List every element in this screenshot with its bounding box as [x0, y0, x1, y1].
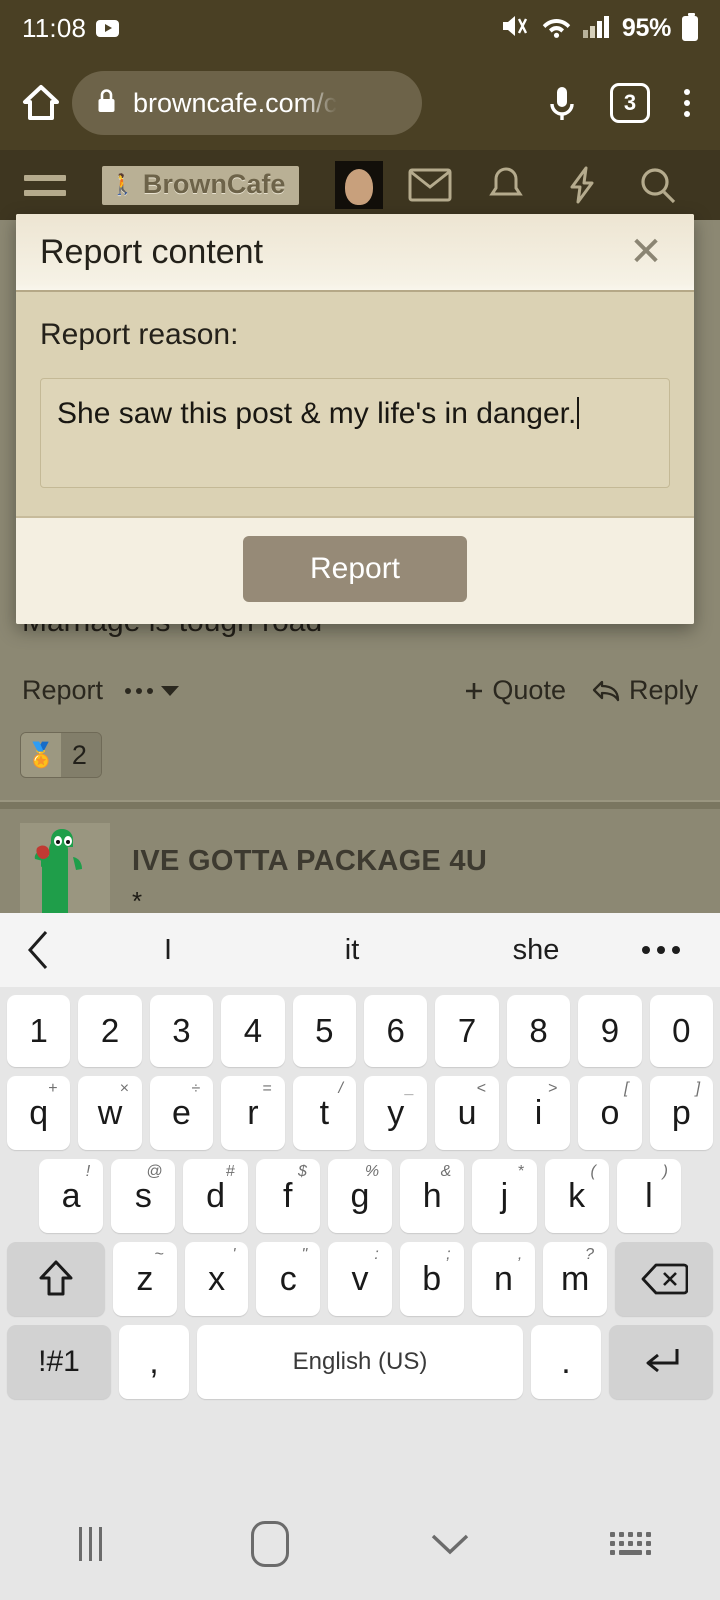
recents-button[interactable]: [0, 1526, 180, 1561]
on-screen-keyboard: I it she 1 2 3 4 5 6 7 8 9 0 +q ×w ÷e: [0, 0, 720, 1600]
key-e[interactable]: ÷ e: [149, 1076, 214, 1150]
key-x-sup: ': [232, 1246, 236, 1263]
key-w[interactable]: × w: [78, 1076, 142, 1150]
key-d-sup: #: [225, 1163, 235, 1180]
key-g-sup: %: [364, 1163, 380, 1180]
key-u-sup: <: [476, 1080, 486, 1097]
key-3[interactable]: 3: [149, 995, 214, 1067]
suggestion-2[interactable]: it: [260, 934, 444, 967]
key-s[interactable]: @ s: [111, 1159, 176, 1233]
key-6[interactable]: 6: [364, 995, 428, 1067]
space-key[interactable]: English (US): [197, 1325, 523, 1399]
key-u[interactable]: < u: [435, 1076, 499, 1150]
key-f-sup: $: [297, 1163, 307, 1180]
key-q[interactable]: + q: [6, 1076, 71, 1150]
key-h-sup: &: [440, 1163, 452, 1180]
key-y-sup: _: [405, 1080, 415, 1097]
key-k-sup: (: [590, 1163, 596, 1180]
keyboard-row-qwerty: + q × w ÷ e = r / t _ y < u > i [o ] p: [4, 1076, 716, 1150]
shift-arrow-icon: [39, 1260, 73, 1296]
backspace-key[interactable]: [615, 1242, 714, 1316]
shift-key[interactable]: [6, 1242, 105, 1316]
key-o-sup: [: [624, 1080, 629, 1097]
key-d[interactable]: # d: [183, 1159, 248, 1233]
keyboard-row-bottom: !#1 , English (US) .: [4, 1325, 716, 1399]
key-a[interactable]: ! a: [39, 1159, 104, 1233]
key-b-sup: ;: [446, 1246, 451, 1263]
phone-screen: 11:08 95% browncafe.com/c 3 🚶 BrownCafe …: [0, 0, 720, 1600]
suggestion-more-icon[interactable]: [628, 946, 694, 954]
key-m[interactable]: ? m: [543, 1242, 608, 1316]
key-j-sup: *: [517, 1163, 524, 1180]
keyboard-switch-button[interactable]: [540, 1532, 720, 1555]
key-q-sup: +: [48, 1080, 58, 1097]
enter-key[interactable]: [609, 1325, 713, 1399]
key-n[interactable]: ,n: [471, 1242, 536, 1316]
key-f[interactable]: $ f: [255, 1159, 320, 1233]
key-o[interactable]: [o: [578, 1076, 642, 1150]
recents-icon: [78, 1526, 102, 1561]
key-n-sup: ,: [517, 1246, 523, 1263]
key-s-sup: @: [146, 1163, 163, 1180]
key-r[interactable]: = r: [221, 1076, 285, 1150]
key-g[interactable]: % g: [327, 1159, 393, 1233]
key-p-sup: ]: [695, 1080, 701, 1097]
key-i[interactable]: > i: [506, 1076, 571, 1150]
key-b[interactable]: ; b: [399, 1242, 464, 1316]
system-navigation-bar: [0, 1487, 720, 1600]
backspace-icon: [641, 1263, 689, 1295]
key-v[interactable]: :v: [328, 1242, 392, 1316]
key-c[interactable]: " c: [256, 1242, 321, 1316]
key-t[interactable]: / t: [292, 1076, 356, 1150]
key-x[interactable]: ' x: [184, 1242, 249, 1316]
home-icon: [251, 1520, 289, 1567]
key-v-sup: :: [374, 1246, 379, 1263]
key-h[interactable]: & h: [400, 1159, 465, 1233]
enter-arrow-icon: [646, 1349, 679, 1373]
keyboard-row-asdf: ! a @ s # d $ f % g & h * j (k ) l: [4, 1159, 716, 1233]
symbols-key[interactable]: !#1: [7, 1325, 111, 1399]
key-e-sup: ÷: [191, 1080, 201, 1097]
key-8[interactable]: 8: [506, 995, 571, 1067]
key-l[interactable]: ) l: [616, 1159, 681, 1233]
key-z[interactable]: ~ z: [112, 1242, 177, 1316]
key-0[interactable]: 0: [649, 995, 714, 1067]
period-key[interactable]: .: [531, 1325, 601, 1399]
key-l-sup: ): [662, 1163, 668, 1180]
key-2[interactable]: 2: [78, 995, 142, 1067]
suggestion-1[interactable]: I: [76, 934, 260, 967]
suggestion-back-icon[interactable]: [26, 929, 76, 971]
keyboard-toggle-icon: [609, 1532, 651, 1555]
key-4[interactable]: 4: [221, 995, 285, 1067]
key-c-sup: ": [301, 1246, 308, 1263]
key-5[interactable]: 5: [292, 995, 356, 1067]
key-i-sup: >: [547, 1080, 558, 1097]
home-button[interactable]: [180, 1520, 360, 1567]
key-m-sup: ?: [585, 1246, 595, 1263]
key-9[interactable]: 9: [578, 995, 642, 1067]
keyboard-row-numbers: 1 2 3 4 5 6 7 8 9 0: [4, 995, 716, 1067]
key-k[interactable]: (k: [544, 1159, 609, 1233]
keyboard-down-icon: [431, 1534, 469, 1554]
key-7[interactable]: 7: [435, 995, 499, 1067]
key-t-sup: /: [338, 1080, 343, 1097]
key-a-sup: !: [85, 1163, 91, 1180]
key-p[interactable]: ] p: [649, 1076, 714, 1150]
key-w-sup: ×: [119, 1080, 129, 1097]
keyboard-keys: 1 2 3 4 5 6 7 8 9 0 + q × w ÷ e = r / t _ y < u…: [0, 987, 720, 1487]
comma-key[interactable]: ,: [119, 1325, 189, 1399]
suggestion-3[interactable]: she: [444, 934, 628, 967]
key-z-sup: ~: [154, 1246, 164, 1263]
suggestion-bar: I it she: [0, 913, 720, 987]
keyboard-row-zxcv: ~ z ' x " c :v ; b ,n ? m: [4, 1242, 716, 1316]
key-r-sup: =: [262, 1080, 272, 1097]
key-1[interactable]: 1: [6, 995, 71, 1067]
key-j[interactable]: * j: [472, 1159, 537, 1233]
hide-keyboard-button[interactable]: [360, 1531, 540, 1557]
key-y[interactable]: _ y: [364, 1076, 428, 1150]
